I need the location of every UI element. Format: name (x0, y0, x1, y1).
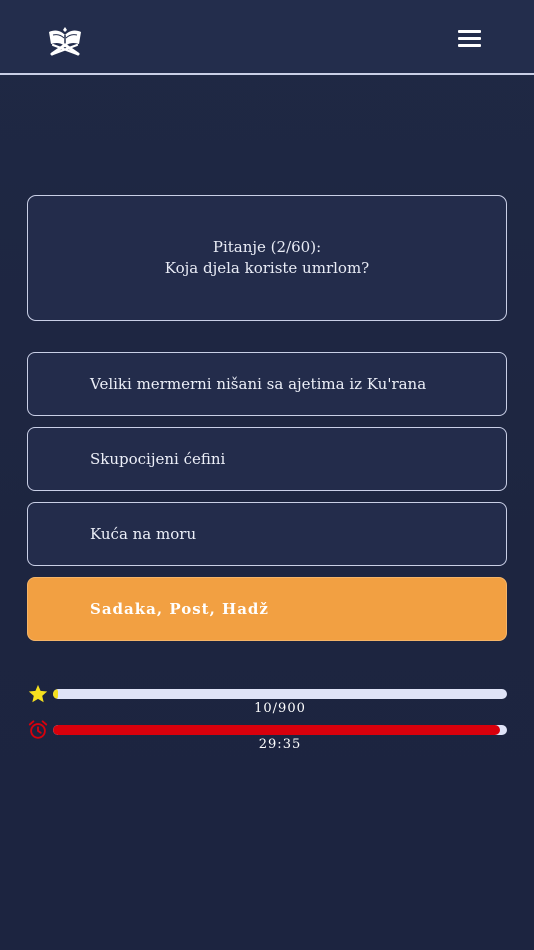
score-text: 10/900 (254, 701, 306, 716)
answer-label: Kuća na moru (90, 525, 197, 543)
score-bar-track (53, 689, 507, 699)
answer-option-2[interactable]: Skupocijeni ćefini (27, 427, 507, 491)
answer-label: Skupocijeni ćefini (90, 450, 226, 468)
answer-option-1[interactable]: Veliki mermerni nišani sa ajetima iz Ku'… (27, 352, 507, 416)
alarm-clock-icon (28, 720, 48, 739)
answer-option-3[interactable]: Kuća na moru (27, 502, 507, 566)
answer-label: Sadaka, Post, Hadž (90, 600, 269, 618)
quran-book-logo-icon (49, 27, 81, 56)
timer-text: 29:35 (258, 737, 302, 752)
answer-option-4[interactable]: Sadaka, Post, Hadž (27, 577, 507, 641)
app-header (0, 0, 534, 75)
hamburger-bar-icon (458, 44, 481, 47)
score-bar-fill (53, 689, 59, 699)
question-card: Pitanje (2/60): Koja djela koriste umrlo… (27, 195, 507, 321)
question-number: Pitanje (2/60): (212, 238, 322, 256)
timer-bar-track (53, 725, 507, 735)
answer-label: Veliki mermerni nišani sa ajetima iz Ku'… (90, 375, 427, 393)
star-icon (28, 684, 48, 703)
hamburger-menu-button[interactable] (454, 26, 484, 50)
hamburger-bar-icon (458, 37, 481, 40)
timer-bar-fill (53, 725, 501, 735)
question-text: Koja djela koriste umrlom? (164, 259, 370, 277)
hamburger-bar-icon (458, 30, 481, 33)
